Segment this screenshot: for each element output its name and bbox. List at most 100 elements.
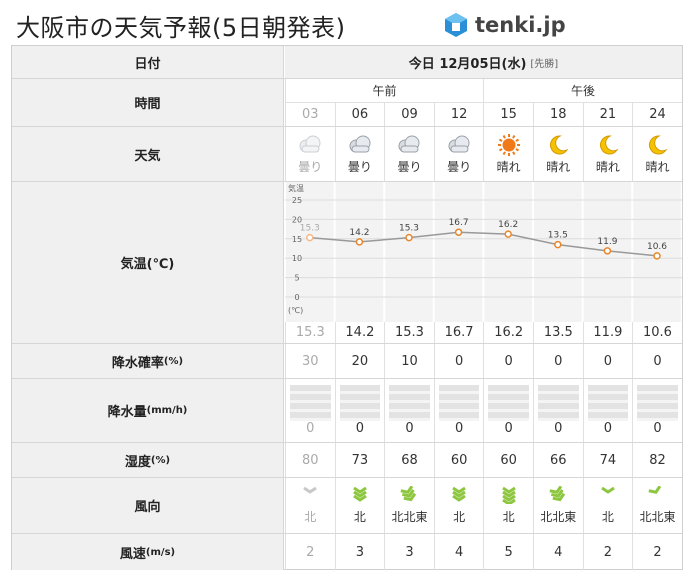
temperature-data-label: 14.2 <box>349 228 369 238</box>
hour-cell: 06 <box>334 103 385 126</box>
y-tick-label: 25 <box>292 196 302 205</box>
precip-amt-value: 0 <box>306 421 315 436</box>
date-header: 今日 12月05日(水) [先勝] <box>285 46 682 78</box>
wind-arrow-icon <box>648 486 662 494</box>
temperature-point <box>355 238 364 246</box>
date-label: 日付 <box>12 46 284 78</box>
chart-column-bg <box>534 182 582 322</box>
temperature-point <box>653 252 661 260</box>
weather-label-text: 晴れ <box>645 159 670 174</box>
precip-bar <box>488 385 529 421</box>
precip-bar <box>290 385 331 421</box>
temperature-data-label: 13.5 <box>548 231 568 241</box>
wind-dir-text: 北 <box>304 510 317 524</box>
precip-amt-cell: 0 <box>483 379 533 442</box>
y-tick-label: 15 <box>292 235 302 244</box>
precip-bar <box>587 385 629 421</box>
hour-cell: 12 <box>433 103 484 126</box>
tenki-logo[interactable]: tenki.jp <box>443 10 566 40</box>
wind-arrow-icon <box>353 486 367 502</box>
temperature-data-label: 15.3 <box>399 224 419 234</box>
wind-arrow-icon <box>549 486 566 502</box>
hour-cell: 18 <box>533 103 583 126</box>
weather-label-text: 曇り <box>347 159 372 174</box>
precip-bar <box>339 385 381 421</box>
humidity-cell: 68 <box>384 443 434 477</box>
weather-label-text: 晴れ <box>496 159 521 174</box>
temperature-point <box>603 247 612 255</box>
wind-dir-text: 北 <box>502 510 515 524</box>
temp-value-cell: 10.6 <box>632 322 682 343</box>
period-am: 午前 <box>285 79 483 103</box>
humidity-row: 湿度 (%) 80 73 68 60 60 66 74 82 <box>12 443 682 478</box>
date-row: 日付 今日 12月05日(水) [先勝] <box>12 46 682 79</box>
precip-amt-cell: 0 <box>433 379 484 442</box>
precip-prob-cell: 10 <box>384 344 434 378</box>
temp-value-cell: 15.3 <box>285 322 335 343</box>
precip-amt-cell: 0 <box>632 379 682 442</box>
temperature-data-label: 16.2 <box>498 220 518 230</box>
wind-arrow-icon <box>400 486 417 502</box>
wind-dir-cell: 北北東 <box>533 478 583 533</box>
wind-speed-cell: 5 <box>483 534 533 570</box>
temperature-point <box>306 233 314 242</box>
precip-amt-value: 0 <box>504 421 513 436</box>
humidity-cell: 74 <box>582 443 633 477</box>
precip-bar <box>438 385 480 421</box>
chart-column-bg <box>484 182 532 322</box>
humidity-cell: 80 <box>285 443 335 477</box>
wind-speed-cell: 2 <box>632 534 682 570</box>
period-pm: 午後 <box>483 79 682 103</box>
forecast-table: 日付 今日 12月05日(水) [先勝] 時間 午前 午後 03 06 09 12 15… <box>11 45 683 570</box>
wind-speed-row: 風速 (m/s) 23345422 <box>12 534 682 570</box>
precip-prob-row: 降水確率 (%) 30 20 10 0 0 0 0 0 <box>12 344 682 379</box>
chart-column-bg <box>633 182 681 322</box>
wind-dir-cell: 北 <box>285 478 335 533</box>
precip-amt-value: 0 <box>454 421 464 436</box>
weather-cell: 晴れ <box>533 127 583 181</box>
time-row: 時間 午前 午後 03 06 09 12 15 18 21 24 <box>12 79 682 127</box>
weather-cell: 曇り <box>334 127 385 181</box>
hour-cell: 21 <box>582 103 633 126</box>
wind-dir-text: 北北東 <box>639 510 676 524</box>
temp-row: 気温(℃) 気温 (℃) 25 20 15 10 5 0 15.3 14.2 15.3 16.7 16.… <box>12 182 682 344</box>
precip-amt-row: 降水量 (mm/h) 00000000 <box>12 379 682 443</box>
precip-prob-cell: 0 <box>632 344 682 378</box>
y-tick-label: 10 <box>292 254 302 263</box>
chart-column-bg <box>434 182 483 322</box>
precip-amt-cell: 0 <box>384 379 434 442</box>
chart-column-bg <box>385 182 433 322</box>
wind-arrow-icon <box>452 486 466 502</box>
cloud-icon <box>398 135 420 152</box>
precip-bar <box>637 385 678 421</box>
temp-label-text: 気温(℃) <box>120 257 175 272</box>
precip-prob-cell: 0 <box>533 344 583 378</box>
humidity-cell: 73 <box>334 443 385 477</box>
hour-cell: 15 <box>483 103 533 126</box>
temperature-point <box>504 230 512 238</box>
temperature-data-label: 11.9 <box>597 237 617 247</box>
precip-prob-cell: 0 <box>582 344 633 378</box>
y-axis-title: 気温 <box>288 183 304 193</box>
temp-label: 気温(℃) <box>12 182 284 343</box>
wind-dir-cell: 北北東 <box>384 478 434 533</box>
hour-cell: 09 <box>384 103 434 126</box>
weather-label-text: 晴れ <box>546 159 571 174</box>
cloud-icon <box>448 135 470 152</box>
precip-prob-cell: 30 <box>285 344 335 378</box>
temp-value-cell: 13.5 <box>533 322 583 343</box>
wind-speed-cell: 4 <box>433 534 484 570</box>
precip-prob-cell: 20 <box>334 344 385 378</box>
logo-text: tenki.jp <box>475 13 566 37</box>
wind-speed-cell: 3 <box>384 534 434 570</box>
wind-dir-text: 北 <box>353 510 366 524</box>
wind-dir-row: 風向 北北北北東北北北北東北北北東 <box>12 478 682 534</box>
humidity-cell: 82 <box>632 443 682 477</box>
temperature-data-label: 15.3 <box>300 224 320 234</box>
precip-amt-cell: 0 <box>285 379 335 442</box>
y-axis-unit: (℃) <box>288 306 303 315</box>
wind-arrow-icon <box>601 486 615 494</box>
precip-bar <box>538 385 579 421</box>
wind-speed-cell: 4 <box>533 534 583 570</box>
weather-cell: 曇り <box>433 127 484 181</box>
